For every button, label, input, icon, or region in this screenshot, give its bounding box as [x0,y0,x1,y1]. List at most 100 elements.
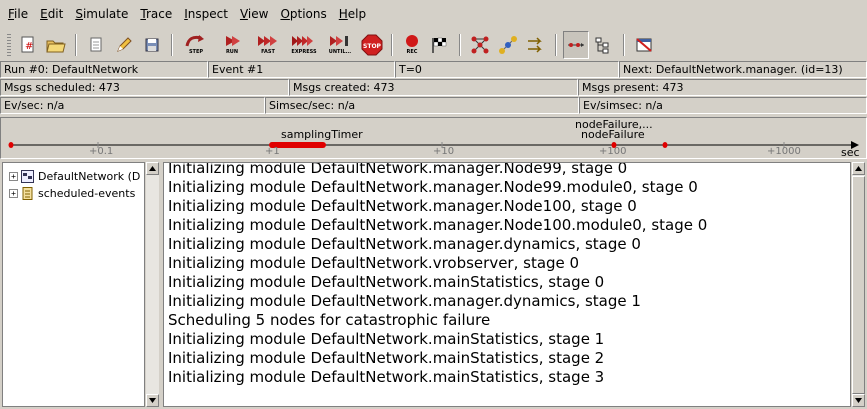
until-icon [330,36,348,46]
next-event: Next: DefaultNetwork.manager. (id=13) [619,61,867,78]
timeline[interactable]: +0.1 +1 +10 +100 +1000 sec samplingTimer… [0,117,867,159]
load-ned-button[interactable] [43,31,69,59]
scroll-thumb[interactable] [852,176,865,394]
toolbar: # STEP RUN FAST EXPRESS UNTIL... STOP RE… [0,28,867,61]
record-label: REC [406,49,418,55]
menu-help[interactable]: Help [333,7,372,21]
event-marker[interactable] [8,142,14,148]
event-number: Event #1 [208,61,395,78]
node-failure-marker[interactable] [662,142,668,148]
express-button[interactable]: EXPRESS [287,31,321,59]
new-network-icon: # [21,36,34,52]
log-line: Scheduling 5 nodes for catastrophic fail… [168,311,491,329]
inspect-network-button[interactable] [467,31,493,59]
network-icon [21,170,34,183]
menu-trace[interactable]: Trace [134,7,178,21]
log-line: Initializing module DefaultNetwork.mainS… [168,349,605,367]
scroll-up-button[interactable] [146,162,159,175]
checkered-flag-icon [432,37,447,53]
scroll-down-button[interactable] [146,394,159,407]
floppy-disk-icon [145,38,159,51]
record-button[interactable]: REC [399,31,425,59]
express-label: EXPRESS [291,49,317,55]
edit-button[interactable] [111,31,137,59]
sim-time: T=0 [395,61,619,78]
menu-view[interactable]: View [234,7,274,21]
timeline-tick: +100 [599,146,627,157]
stop-button[interactable]: STOP [359,31,385,59]
svg-text:#: # [25,41,33,52]
status-row-perf: Ev/sec: n/a Simsec/sec: n/a Ev/simsec: n… [0,97,867,114]
msgs-scheduled: Msgs scheduled: 473 [0,79,289,96]
queue-arrows-icon [528,36,542,53]
toolbar-separator [391,33,393,56]
node-failure-label-2: nodeFailure [581,128,645,141]
arrow-up-icon [855,166,862,171]
expand-icon[interactable]: + [9,189,18,198]
toggle-tree-button[interactable] [591,31,617,59]
arrow-up-icon [149,166,156,171]
menu-bar: File Edit Simulate Trace Inspect View Op… [0,0,867,28]
tree-label: scheduled-events [38,187,136,200]
log-scrollbar[interactable] [852,162,865,407]
until-label: UNTIL... [328,49,352,55]
stop-icon: STOP [361,34,383,55]
toggle-timeline-button[interactable] [563,30,589,59]
inspect-queue-button[interactable] [523,31,549,59]
new-network-button[interactable]: # [15,31,41,59]
tree-item-network[interactable]: + DefaultNetwork (D [3,168,144,185]
run-label: RUN [225,49,239,55]
log-line: Initializing module DefaultNetwork.manag… [168,235,641,253]
timeline-unit: sec [841,146,860,159]
log-line: Initializing module DefaultNetwork.mainS… [168,368,605,386]
menu-inspect[interactable]: Inspect [178,7,234,21]
inspect-messages-button[interactable] [495,31,521,59]
msgs-present: Msgs present: 473 [578,79,867,96]
run-status: Run #0: DefaultNetwork [0,61,208,78]
scroll-up-button[interactable] [852,162,865,175]
menu-file[interactable]: File [2,7,34,21]
timeline-tick: +0.1 [89,146,114,157]
fast-label: FAST [261,49,275,55]
object-tree[interactable]: + DefaultNetwork (D + scheduled-events [2,162,145,407]
timeline-tick: +10 [433,146,455,157]
timeline-icon [568,42,584,47]
log-line: Initializing module DefaultNetwork.vrobs… [168,254,580,272]
express-icon [292,36,313,46]
menu-options[interactable]: Options [274,7,332,21]
filter-window-button[interactable] [631,31,657,59]
tree-item-scheduled-events[interactable]: + scheduled-events [3,185,144,202]
arrow-down-icon [855,398,862,403]
log-window[interactable]: Initializing module DefaultNetwork.manag… [163,162,851,407]
until-button[interactable]: UNTIL... [323,31,357,59]
tree-scrollbar[interactable] [146,162,159,407]
log-line: Initializing module DefaultNetwork.manag… [168,216,708,234]
fast-button[interactable]: FAST [251,31,285,59]
tree-view-icon [595,37,609,53]
arrow-down-icon [149,398,156,403]
run-icon [226,36,240,46]
menu-simulate[interactable]: Simulate [69,7,134,21]
menu-edit[interactable]: Edit [34,7,69,21]
finish-button[interactable] [427,31,453,59]
ev-per-sec: Ev/sec: n/a [0,97,265,114]
status-row-run: Run #0: DefaultNetwork Event #1 T=0 Next… [0,61,867,78]
log-line: Initializing module DefaultNetwork.manag… [168,162,628,177]
log-line: Initializing module DefaultNetwork.mainS… [168,273,605,291]
copy-button[interactable] [83,31,109,59]
toolbar-grip[interactable] [7,33,11,56]
expand-icon[interactable]: + [9,172,18,181]
fast-icon [258,36,277,46]
tree-label: DefaultNetwork (D [38,170,141,183]
record-icon [406,35,418,47]
toolbar-separator [555,33,557,56]
step-label: STEP [188,49,204,55]
msgs-created: Msgs created: 473 [289,79,578,96]
toolbar-separator [459,33,461,56]
step-button[interactable]: STEP [179,31,213,59]
queue-icon [22,187,33,200]
document-icon [90,37,102,51]
save-button[interactable] [139,31,165,59]
scroll-down-button[interactable] [852,394,865,407]
run-button[interactable]: RUN [215,31,249,59]
